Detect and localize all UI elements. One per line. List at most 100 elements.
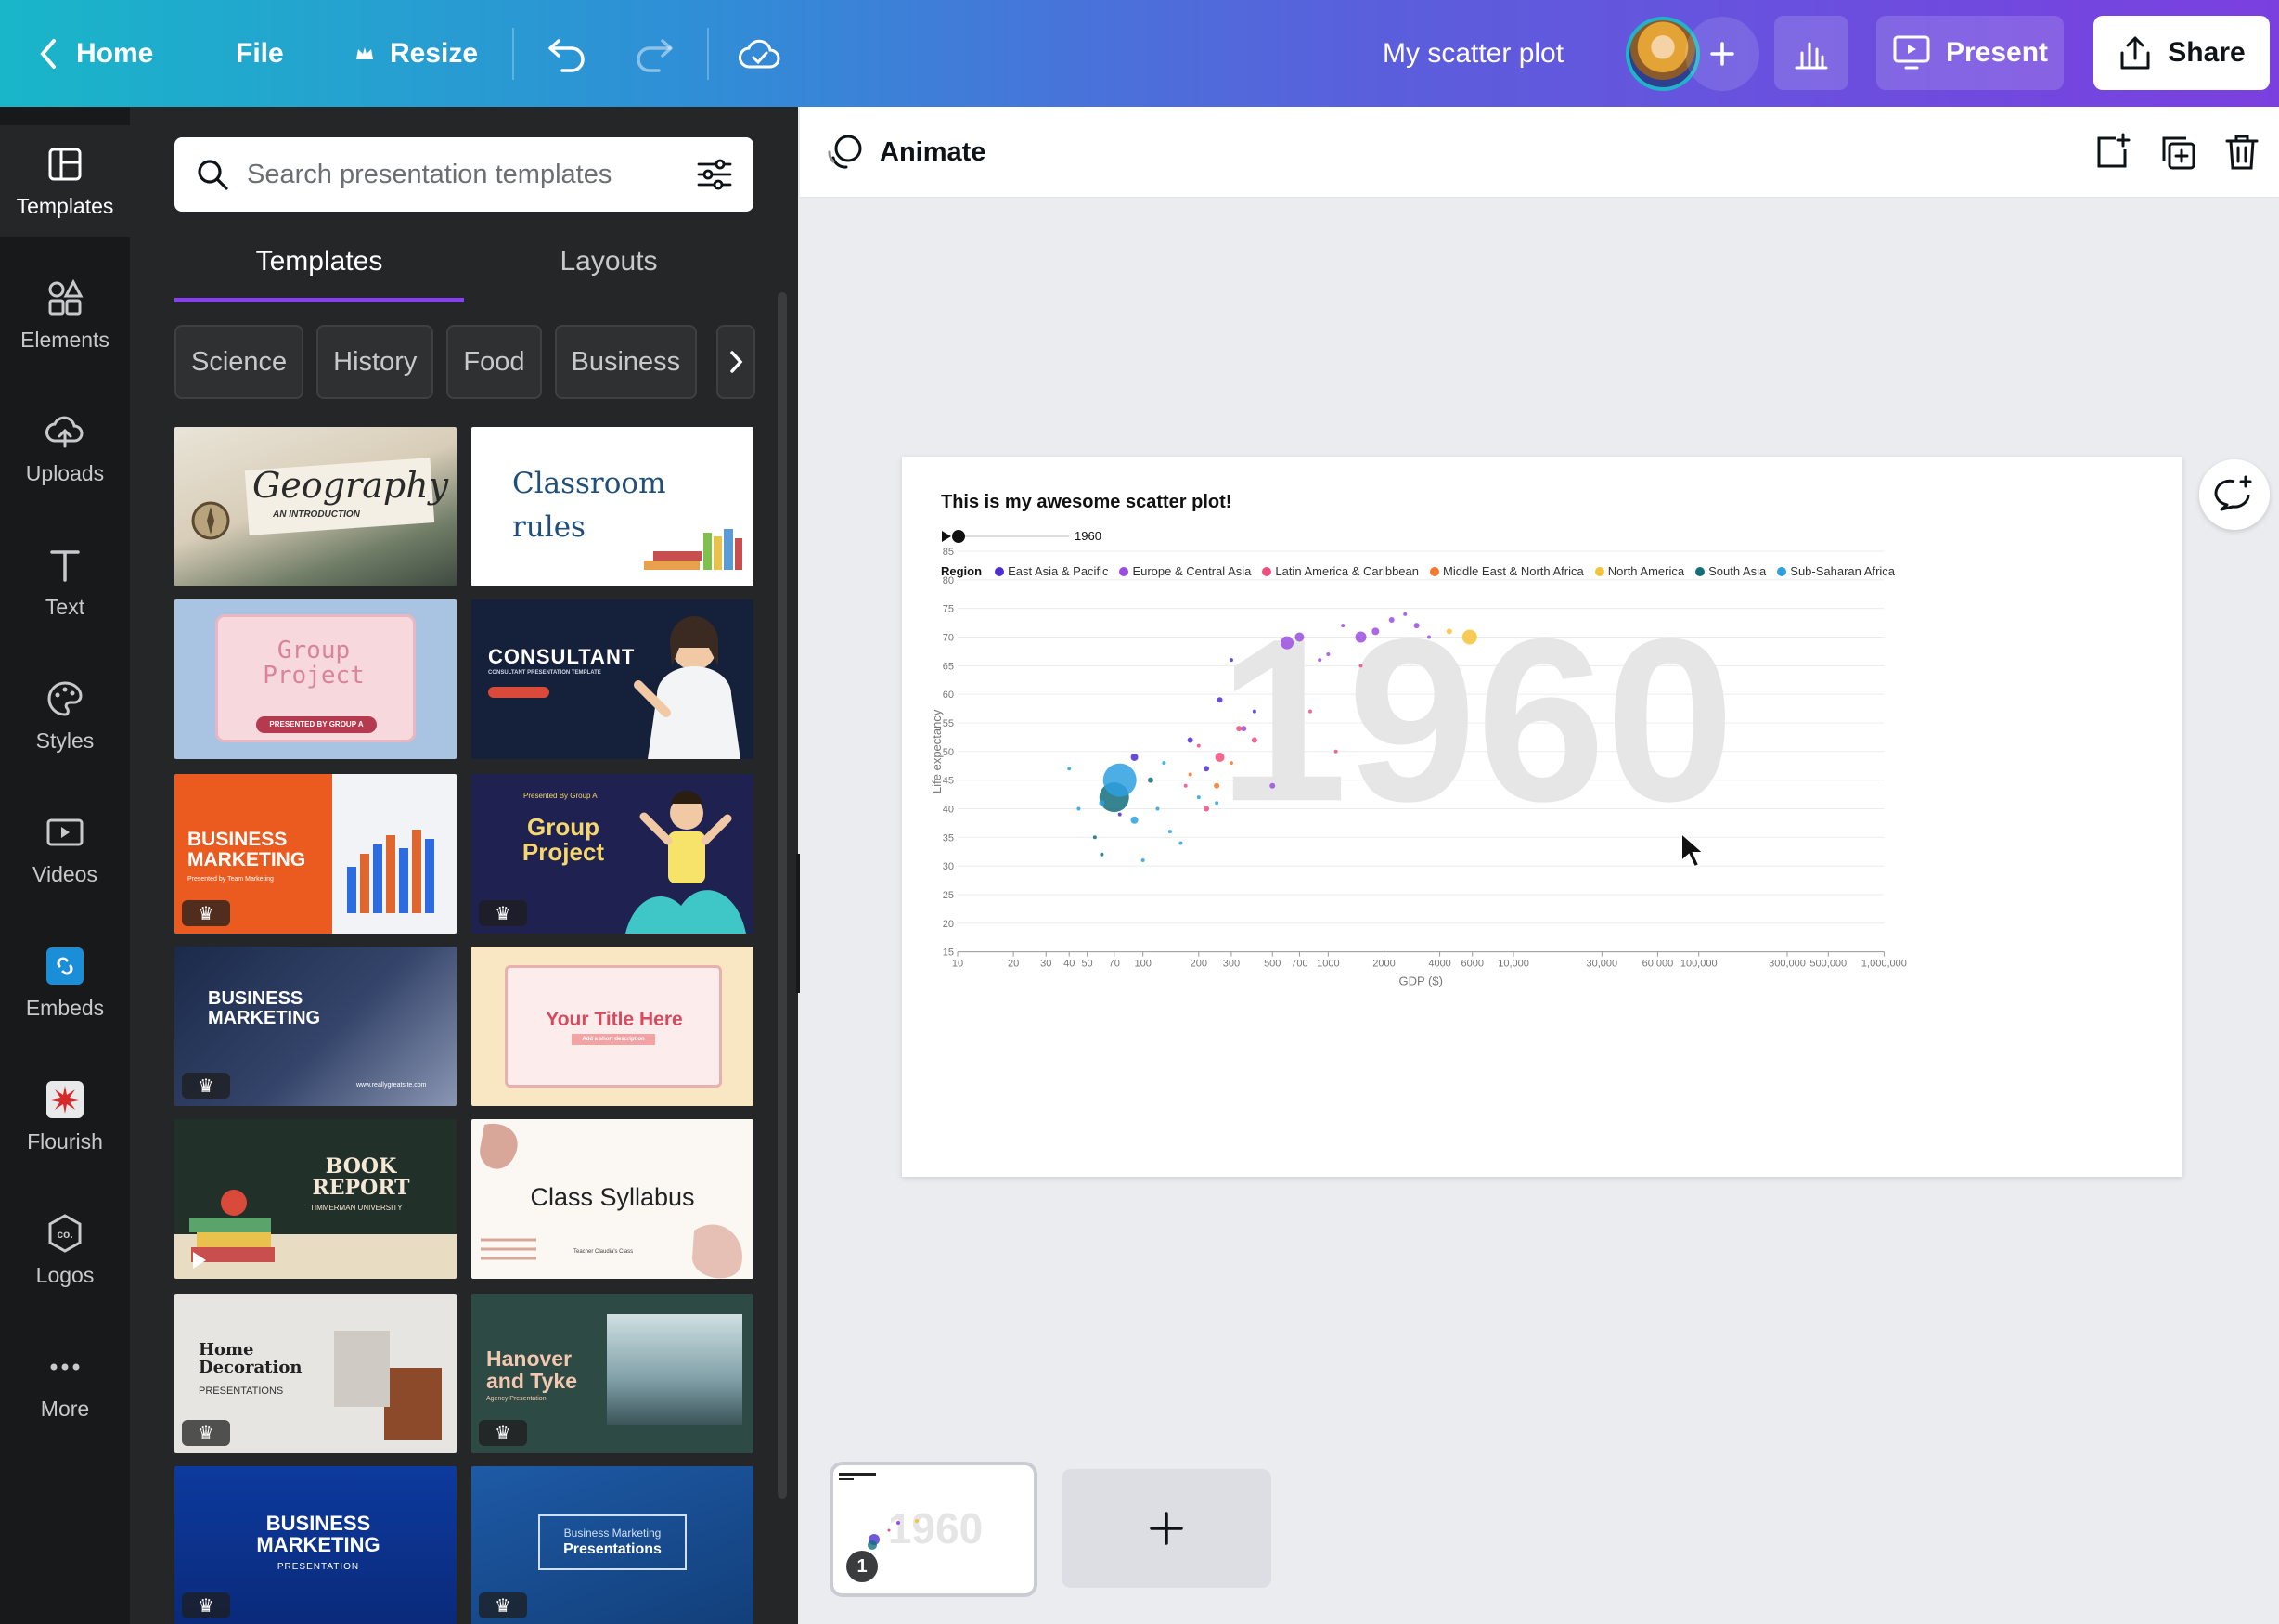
tab-templates[interactable]: Templates — [174, 237, 464, 302]
template-card[interactable]: Group Project PRESENTED BY GROUP A — [174, 599, 457, 759]
template-card[interactable]: CONSULTANT CONSULTANT PRESENTATION TEMPL… — [471, 599, 753, 759]
template-card[interactable]: Geography AN INTRODUCTION — [174, 427, 457, 586]
search-input[interactable] — [247, 159, 679, 190]
template-title: Geography — [252, 465, 449, 506]
rail-label: Styles — [35, 728, 95, 753]
chip-history[interactable]: History — [316, 325, 434, 399]
data-point — [1215, 752, 1225, 762]
template-card[interactable]: Home Decoration PRESENTATIONS ♛ — [174, 1294, 457, 1453]
rail-item-templates[interactable]: Templates — [0, 125, 130, 237]
styles-icon — [47, 680, 83, 716]
rail-item-elements[interactable]: Elements — [0, 259, 130, 370]
template-card[interactable]: Classroom rules — [471, 427, 753, 586]
bar-chart-photo-icon — [347, 830, 434, 913]
panel-scrollbar[interactable] — [778, 292, 787, 1499]
data-point — [1403, 612, 1408, 616]
template-subtitle: CONSULTANT PRESENTATION TEMPLATE — [488, 670, 601, 676]
template-subtitle: TIMMERMAN UNIVERSITY — [310, 1204, 403, 1212]
insights-button[interactable] — [1774, 16, 1848, 90]
present-button[interactable]: Present — [1876, 16, 2064, 90]
data-point — [1167, 830, 1172, 834]
rail-item-logos[interactable]: co. Logos — [0, 1194, 130, 1306]
text-icon — [50, 549, 80, 582]
trash-icon[interactable] — [2223, 133, 2260, 172]
page-thumbnail[interactable]: 1960 1 — [830, 1462, 1037, 1597]
resize-button[interactable]: Resize — [354, 0, 478, 107]
rail-item-videos[interactable]: Videos — [0, 793, 130, 905]
bar-chart-icon — [1795, 42, 1828, 70]
template-card[interactable]: BUSINESS MARKETING www.reallygreatsite.c… — [174, 947, 457, 1106]
year-watermark: 1960 — [1218, 590, 1734, 849]
add-comment-button[interactable] — [2199, 459, 2270, 530]
template-card[interactable]: Your Title Here Add a short description — [471, 947, 753, 1106]
template-card[interactable]: Business Marketing Presentations ♛ — [471, 1466, 753, 1624]
add-page-icon[interactable] — [2093, 133, 2132, 172]
rail-label: Templates — [16, 193, 114, 218]
template-title: CONSULTANT — [488, 645, 636, 668]
tab-layouts[interactable]: Layouts — [464, 237, 753, 302]
data-point — [1188, 772, 1192, 777]
data-point — [1067, 767, 1072, 771]
search-bar[interactable] — [174, 137, 753, 212]
y-tick-label: 70 — [943, 632, 954, 643]
document-title[interactable]: My scatter plot — [1383, 0, 1564, 107]
templates-icon — [48, 148, 82, 180]
add-page-button[interactable] — [1062, 1469, 1271, 1588]
template-title: Group Project — [263, 637, 365, 690]
template-card[interactable]: Hanover and Tyke Agency Presentation ♛ — [471, 1294, 753, 1453]
share-button[interactable]: Share — [2093, 16, 2270, 90]
x-tick-label: 6000 — [1461, 959, 1483, 970]
file-label: File — [236, 37, 284, 69]
slide-canvas[interactable]: This is my awesome scatter plot! 1960 Re… — [902, 457, 2182, 1177]
template-card[interactable]: BUSINESS MARKETING PRESENTATION ♛ — [174, 1466, 457, 1624]
y-tick-label: 60 — [943, 690, 954, 701]
data-point — [1140, 857, 1145, 862]
template-subtitle: Add a short description — [572, 1034, 655, 1045]
save-status-button[interactable] — [739, 0, 781, 107]
x-tick-label: 700 — [1291, 959, 1307, 970]
file-menu[interactable]: File — [236, 0, 284, 107]
rail-item-more[interactable]: More — [0, 1328, 130, 1439]
x-tick-label: 500,000 — [1809, 959, 1847, 970]
template-card[interactable]: Presented By Group A Group Project ♛ — [471, 774, 753, 934]
rail-item-uploads[interactable]: Uploads — [0, 393, 130, 504]
student-illustration-icon — [625, 791, 746, 934]
chips-next-button[interactable] — [716, 325, 755, 399]
undo-button[interactable] — [546, 0, 588, 107]
data-point — [1155, 806, 1160, 811]
y-tick-label: 55 — [943, 718, 954, 729]
y-axis-label: Life expectancy — [930, 709, 944, 793]
plus-icon — [1710, 42, 1734, 66]
rail-item-embeds[interactable]: Embeds — [0, 927, 130, 1038]
data-point — [1446, 628, 1452, 635]
chip-science[interactable]: Science — [174, 325, 304, 399]
x-tick-label: 10,000 — [1498, 959, 1529, 970]
duplicate-page-icon[interactable] — [2158, 133, 2197, 172]
template-card[interactable]: Class Syllabus Teacher Claudia's Class — [471, 1119, 753, 1279]
data-point — [1217, 697, 1223, 703]
rail-item-flourish[interactable]: Flourish — [0, 1061, 130, 1172]
data-point — [1229, 658, 1233, 663]
redo-button[interactable] — [633, 0, 676, 107]
data-point — [1358, 664, 1363, 668]
rail-item-styles[interactable]: Styles — [0, 660, 130, 771]
data-point — [1204, 766, 1210, 772]
chip-food[interactable]: Food — [446, 325, 542, 399]
chip-business[interactable]: Business — [554, 325, 698, 399]
rail-label: Uploads — [25, 460, 105, 485]
animate-button[interactable]: Animate — [824, 107, 985, 198]
videos-icon — [46, 818, 84, 845]
template-title: Hanover and Tyke — [486, 1347, 577, 1394]
invite-button[interactable] — [1685, 17, 1759, 91]
data-point — [1147, 777, 1153, 783]
template-card[interactable]: BOOK REPORT TIMMERMAN UNIVERSITY — [174, 1119, 457, 1279]
template-card[interactable]: BUSINESS MARKETING Presented by Team Mar… — [174, 774, 457, 934]
mouse-cursor-icon — [1680, 831, 1706, 869]
data-point — [1236, 726, 1243, 732]
home-button[interactable]: Home — [35, 0, 153, 107]
scatter-plot: 15 20 25 30 35 40 45 50 55 60 65 70 75 80 85 10 20 30 40 50… — [930, 547, 1907, 988]
y-tick-label: 20 — [943, 919, 954, 930]
filter-sliders-icon[interactable] — [696, 158, 733, 191]
rail-item-text[interactable]: Text — [0, 526, 130, 638]
template-subtitle: PRESENTED BY GROUP A — [256, 716, 377, 733]
